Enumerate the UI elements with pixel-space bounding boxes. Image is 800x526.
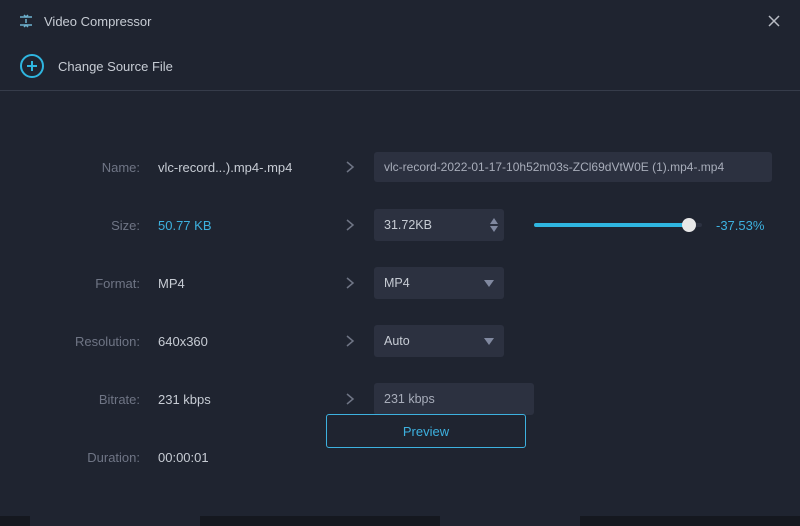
row-name: Name: vlc-record...).mp4-.mp4 vlc-record… xyxy=(28,151,772,183)
plus-circle-icon xyxy=(20,54,44,78)
titlebar: Video Compressor xyxy=(0,0,800,42)
label-resolution: Resolution: xyxy=(28,334,158,349)
target-size-stepper[interactable]: 31.72KB xyxy=(374,209,504,241)
size-percent: -37.53% xyxy=(716,218,772,233)
slider-thumb[interactable] xyxy=(682,218,696,232)
titlebar-left: Video Compressor xyxy=(18,13,151,29)
arrow-format[interactable] xyxy=(326,276,374,290)
chevron-down-icon xyxy=(484,338,494,345)
source-bitrate: 231 kbps xyxy=(158,392,326,407)
size-slider[interactable] xyxy=(534,223,702,227)
arrow-bitrate[interactable] xyxy=(326,392,374,406)
bottom-bar xyxy=(0,516,800,526)
source-resolution: 640x360 xyxy=(158,334,326,349)
arrow-name[interactable] xyxy=(326,160,374,174)
app-title: Video Compressor xyxy=(44,14,151,29)
slider-fill xyxy=(534,223,689,227)
chevron-down-icon xyxy=(484,280,494,287)
source-name: vlc-record...).mp4-.mp4 xyxy=(158,160,326,175)
label-format: Format: xyxy=(28,276,158,291)
source-duration: 00:00:01 xyxy=(158,450,326,465)
target-name-field[interactable]: vlc-record-2022-01-17-10h52m03s-ZCl69dVt… xyxy=(374,152,772,182)
close-button[interactable] xyxy=(766,13,782,29)
row-bitrate: Bitrate: 231 kbps xyxy=(28,383,772,415)
stepper-down-icon[interactable] xyxy=(490,226,498,232)
preview-button-label: Preview xyxy=(403,424,449,439)
target-resolution-select[interactable]: Auto xyxy=(374,325,504,357)
label-size: Size: xyxy=(28,218,158,233)
target-format-select[interactable]: MP4 xyxy=(374,267,504,299)
label-duration: Duration: xyxy=(28,450,158,465)
stepper-up-icon[interactable] xyxy=(490,218,498,224)
arrow-size[interactable] xyxy=(326,218,374,232)
target-format-value: MP4 xyxy=(384,276,410,290)
row-format: Format: MP4 MP4 xyxy=(28,267,772,299)
label-name: Name: xyxy=(28,160,158,175)
preview-button[interactable]: Preview xyxy=(326,414,526,448)
change-source-file-button[interactable]: Change Source File xyxy=(0,42,800,91)
source-format: MP4 xyxy=(158,276,326,291)
row-size: Size: 50.77 KB 31.72KB -37.53% xyxy=(28,209,772,241)
label-bitrate: Bitrate: xyxy=(28,392,158,407)
row-resolution: Resolution: 640x360 Auto xyxy=(28,325,772,357)
target-size-value: 31.72KB xyxy=(384,218,432,232)
target-resolution-value: Auto xyxy=(384,334,410,348)
change-source-label: Change Source File xyxy=(58,59,173,74)
target-bitrate-input[interactable] xyxy=(374,383,534,415)
arrow-resolution[interactable] xyxy=(326,334,374,348)
source-size: 50.77 KB xyxy=(158,218,326,233)
compressor-icon xyxy=(18,13,34,29)
